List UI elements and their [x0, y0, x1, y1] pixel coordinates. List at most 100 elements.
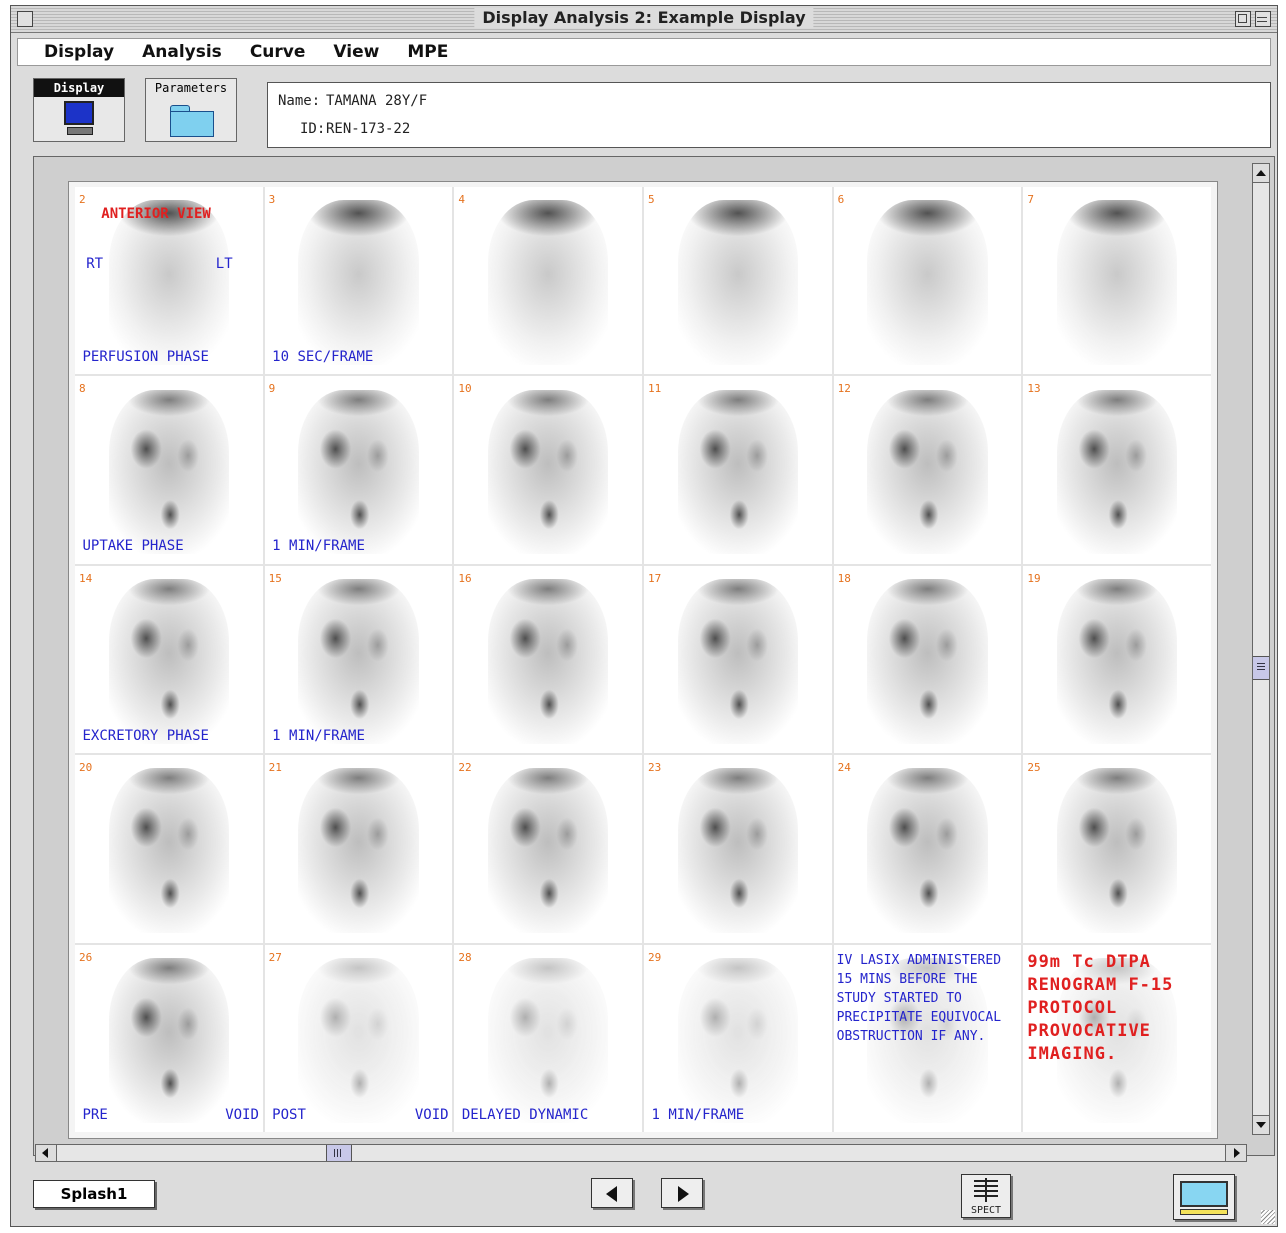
- parameters-tool-label: Parameters: [154, 81, 228, 95]
- scroll-down-button[interactable]: [1253, 1115, 1269, 1134]
- scan-image: [867, 200, 988, 365]
- collapse-box-icon[interactable]: [1255, 11, 1271, 27]
- frame-number: 28: [458, 950, 472, 964]
- menu-mpe[interactable]: MPE: [405, 42, 450, 62]
- scan-frame[interactable]: 3 10 SEC/FRAME: [264, 187, 453, 375]
- display-tool-button[interactable]: Display: [33, 78, 125, 142]
- scan-image: [488, 200, 609, 365]
- close-box-icon[interactable]: [17, 11, 33, 27]
- screen-icon: [1180, 1181, 1228, 1207]
- title-bar[interactable]: Display Analysis 2: Example Display: [11, 6, 1277, 33]
- frame-number: 19: [1027, 571, 1041, 585]
- scan-image: [867, 389, 988, 555]
- scan-image: [298, 200, 419, 365]
- scan-frame[interactable]: IV LASIX ADMINISTERED 15 MINS BEFORE THE…: [833, 944, 1022, 1132]
- menu-view[interactable]: View: [331, 42, 381, 62]
- arrow-up-icon: [1256, 170, 1266, 176]
- scan-frame[interactable]: 7: [1023, 187, 1211, 375]
- splash-button[interactable]: Splash1: [33, 1180, 155, 1208]
- scan-frame[interactable]: 17: [644, 565, 832, 754]
- scan-frame[interactable]: 15 1 MIN/FRAME: [264, 565, 453, 754]
- scan-frame[interactable]: 16: [454, 565, 642, 754]
- spect-button[interactable]: SPECT: [961, 1174, 1011, 1218]
- frame-annotation: VOID: [225, 1106, 259, 1123]
- frame-number: 13: [1027, 382, 1041, 396]
- arrow-right-icon: [1234, 1148, 1240, 1158]
- scan-frame[interactable]: 5: [644, 187, 832, 375]
- scan-frame[interactable]: 99m Tc DTPA RENOGRAM F-15 PROTOCOL PROVO…: [1023, 944, 1211, 1132]
- scan-frame[interactable]: 27 POST VOID: [264, 944, 453, 1132]
- scan-frame[interactable]: 6: [833, 187, 1022, 375]
- frame-grid: 2 ANTERIOR VIEW RT LT PERFUSION PHASE 3 10 SEC…: [75, 187, 1211, 1132]
- frame-number: 12: [837, 382, 851, 396]
- display-tool-label: Display: [34, 79, 124, 97]
- scan-frame[interactable]: 29 1 MIN/FRAME: [644, 944, 832, 1132]
- scan-frame[interactable]: 8 UPTAKE PHASE: [75, 376, 263, 564]
- scan-image: [677, 957, 798, 1123]
- vertical-scrollbar[interactable]: [1252, 163, 1270, 1135]
- horizontal-scrollbar[interactable]: [35, 1144, 1247, 1162]
- scan-image: [677, 389, 798, 555]
- patient-id-value: REN-173-22: [326, 121, 411, 137]
- scroll-left-button[interactable]: [36, 1145, 57, 1161]
- horizontal-scroll-thumb[interactable]: [326, 1145, 352, 1161]
- scan-frame[interactable]: 20: [75, 755, 263, 943]
- scan-frame[interactable]: 26 PRE VOID: [75, 944, 263, 1132]
- scroll-right-button[interactable]: [1225, 1145, 1246, 1161]
- menu-analysis[interactable]: Analysis: [140, 42, 224, 62]
- scan-frame[interactable]: 12: [833, 376, 1022, 564]
- menu-curve[interactable]: Curve: [248, 42, 308, 62]
- zoom-box-icon[interactable]: [1235, 11, 1251, 27]
- scan-image: [1057, 200, 1178, 365]
- patient-name-label: Name:: [278, 93, 321, 109]
- scan-frame[interactable]: 22: [454, 755, 642, 943]
- menu-display[interactable]: Display: [42, 42, 116, 62]
- scan-frame[interactable]: 18: [833, 565, 1022, 754]
- scan-image: [298, 389, 419, 555]
- scan-image: [867, 768, 988, 934]
- frame-note: 99m Tc DTPA RENOGRAM F-15 PROTOCOL PROVO…: [1027, 951, 1174, 1064]
- resize-grip-icon[interactable]: [1261, 1210, 1275, 1224]
- scan-frame[interactable]: 23: [644, 755, 832, 943]
- scan-image: [1057, 578, 1178, 744]
- next-button[interactable]: [661, 1178, 703, 1208]
- frame-number: 26: [79, 950, 93, 964]
- display-analysis-window: Display Analysis 2: Example Display Disp…: [10, 5, 1278, 1227]
- window-title: Display Analysis 2: Example Display: [474, 8, 814, 28]
- spect-icon: [974, 1178, 998, 1202]
- scan-frame[interactable]: 4: [454, 187, 642, 375]
- scan-frame[interactable]: 14 EXCRETORY PHASE: [75, 565, 263, 754]
- menu-bar: Display Analysis Curve View MPE: [17, 38, 1271, 66]
- scan-frame[interactable]: 9 1 MIN/FRAME: [264, 376, 453, 564]
- scan-frame[interactable]: 13: [1023, 376, 1211, 564]
- previous-button[interactable]: [591, 1178, 633, 1208]
- scan-frame[interactable]: 24: [833, 755, 1022, 943]
- scan-image: [1057, 768, 1178, 934]
- scan-frame[interactable]: 25: [1023, 755, 1211, 943]
- scroll-up-button[interactable]: [1253, 164, 1269, 183]
- triangle-left-icon: [606, 1186, 617, 1202]
- scan-frame[interactable]: 21: [264, 755, 453, 943]
- scan-image: [298, 768, 419, 934]
- spect-label: SPECT: [970, 1205, 1002, 1216]
- patient-id-label: ID:: [300, 121, 326, 137]
- scan-frame[interactable]: 19: [1023, 565, 1211, 754]
- scan-frame[interactable]: 11: [644, 376, 832, 564]
- scan-image: [488, 578, 609, 744]
- frame-number: 17: [648, 571, 662, 585]
- scan-frame[interactable]: 2 ANTERIOR VIEW RT LT PERFUSION PHASE: [75, 187, 263, 375]
- scan-frame[interactable]: 28 DELAYED DYNAMIC: [454, 944, 642, 1132]
- frame-annotation: ANTERIOR VIEW: [101, 205, 211, 222]
- scan-image: [1057, 389, 1178, 555]
- scan-image: [108, 200, 229, 365]
- scan-image: [108, 957, 229, 1123]
- frame-number: 20: [79, 761, 93, 775]
- scan-image: [488, 389, 609, 555]
- scan-image: [298, 957, 419, 1123]
- scan-frame[interactable]: 10: [454, 376, 642, 564]
- parameters-tool-button[interactable]: Parameters: [145, 78, 237, 142]
- display-screen-button[interactable]: [1173, 1174, 1235, 1220]
- frame-number: 25: [1027, 761, 1041, 775]
- scan-image: [677, 578, 798, 744]
- vertical-scroll-thumb[interactable]: [1253, 656, 1269, 680]
